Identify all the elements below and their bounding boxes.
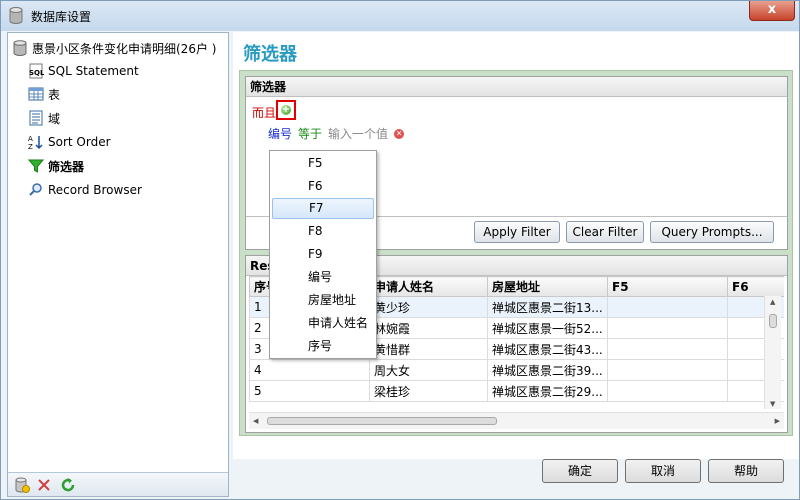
field-icon	[29, 110, 43, 126]
vertical-scroll-thumb[interactable]	[769, 314, 777, 328]
condition-operator[interactable]: 等于	[298, 125, 322, 142]
table-cell: 周大女	[369, 359, 488, 381]
tree-item-record-browser[interactable]: Record Browser	[28, 181, 142, 199]
dropdown-item[interactable]: 编号	[272, 267, 374, 288]
dropdown-item[interactable]: 房屋地址	[272, 290, 374, 311]
tree-item-label: 筛选器	[48, 159, 85, 174]
scroll-down-icon[interactable]: ▼	[770, 400, 775, 408]
database-icon	[9, 7, 23, 24]
logical-operator[interactable]: 而且	[252, 104, 276, 121]
horizontal-scroll-thumb[interactable]	[267, 417, 497, 425]
refresh-icon[interactable]	[60, 477, 76, 493]
filter-condition: 编号 等于 输入一个值 ✕	[268, 125, 405, 142]
ok-button[interactable]: 确定	[542, 459, 618, 483]
table-cell: 4	[249, 359, 370, 381]
tree-item-sort-order[interactable]: A Z Sort Order	[28, 133, 111, 151]
svg-text:Z: Z	[28, 143, 33, 150]
sort-icon: A Z	[28, 135, 43, 150]
table-cell	[607, 296, 728, 318]
tree-item-label: Record Browser	[48, 183, 142, 197]
column-header[interactable]: 房屋地址	[487, 276, 608, 297]
field-dropdown: F5 F6 F7 F8 F9 编号 房屋地址 申请人姓名 序号	[269, 150, 377, 359]
table-cell: 禅城区惠景二街13...	[487, 296, 608, 318]
tree-item-label: Sort Order	[48, 135, 111, 149]
plus-icon: +	[281, 104, 291, 115]
table-cell	[607, 338, 728, 360]
scroll-right-icon[interactable]: ▶	[775, 417, 780, 425]
close-button[interactable]: x	[749, 1, 795, 21]
table-cell	[607, 359, 728, 381]
vertical-scrollbar[interactable]: ▲ ▼	[764, 296, 781, 409]
add-database-icon[interactable]	[14, 477, 30, 493]
table-cell	[607, 380, 728, 402]
table-cell: 黄惜群	[369, 338, 488, 360]
table-row[interactable]: 4 周大女 禅城区惠景二街39...	[249, 359, 784, 381]
window-title: 数据库设置	[31, 10, 92, 24]
dropdown-item[interactable]: F5	[272, 153, 374, 174]
table-cell: 黄少珍	[369, 296, 488, 318]
scroll-up-icon[interactable]: ▲	[770, 298, 775, 306]
tree-item-label: 域	[48, 111, 61, 126]
dropdown-item-highlighted[interactable]: F7	[272, 198, 374, 219]
tree-item-label: 表	[48, 87, 61, 102]
condition-field[interactable]: 编号	[268, 125, 292, 142]
sql-icon: SQL	[29, 63, 44, 79]
cancel-button[interactable]: 取消	[625, 459, 701, 483]
tree-item-label: SQL Statement	[48, 64, 139, 78]
dropdown-item[interactable]: 申请人姓名	[272, 313, 374, 334]
table-icon	[28, 87, 44, 101]
scroll-left-icon[interactable]: ◀	[253, 417, 258, 425]
column-header[interactable]: F5	[607, 276, 728, 297]
table-cell: 林婉霞	[369, 317, 488, 339]
table-cell: 5	[249, 380, 370, 402]
page-title: 筛选器	[243, 44, 297, 65]
table-cell: 禅城区惠景二街29...	[487, 380, 608, 402]
tree-toolbar	[8, 472, 228, 496]
search-icon	[29, 183, 42, 196]
svg-text:A: A	[28, 135, 33, 143]
nav-tree: 惠景小区条件变化申请明细(26户 ) SQL SQL Statement 表 域	[7, 32, 229, 497]
tree-item-fields[interactable]: 域	[28, 109, 60, 127]
condition-value[interactable]: 输入一个值	[328, 125, 388, 142]
svg-text:SQL: SQL	[29, 69, 44, 77]
delete-icon[interactable]	[36, 477, 52, 493]
tree-item-filter[interactable]: 筛选器	[28, 157, 84, 175]
remove-condition-icon[interactable]: ✕	[394, 128, 405, 139]
tree-item-sql-statement[interactable]: SQL SQL Statement	[28, 62, 139, 80]
table-cell: 梁桂珍	[369, 380, 488, 402]
table-cell: 禅城区惠景二街39...	[487, 359, 608, 381]
column-header[interactable]: F6	[727, 276, 784, 297]
table-cell: 禅城区惠景一街52...	[487, 317, 608, 339]
horizontal-scrollbar[interactable]: ◀ ▶	[249, 412, 784, 429]
query-prompts-button[interactable]: Query Prompts...	[650, 221, 774, 243]
dropdown-item[interactable]: F9	[272, 244, 374, 265]
table-cell: 禅城区惠景二街43...	[487, 338, 608, 360]
tree-item-tables[interactable]: 表	[28, 85, 60, 103]
apply-filter-button[interactable]: Apply Filter	[474, 221, 560, 243]
title-bar: 数据库设置 x	[1, 1, 799, 31]
dropdown-item[interactable]: F8	[272, 221, 374, 242]
add-condition-button[interactable]: +	[276, 100, 296, 120]
tree-root-label: 惠景小区条件变化申请明细(26户 )	[32, 41, 217, 56]
clear-filter-button[interactable]: Clear Filter	[566, 221, 644, 243]
table-row[interactable]: 5 梁桂珍 禅城区惠景二街29...	[249, 380, 784, 402]
table-cell	[607, 317, 728, 339]
column-header[interactable]: 申请人姓名	[369, 276, 488, 297]
dropdown-item[interactable]: 序号	[272, 336, 374, 357]
tree-root[interactable]: 惠景小区条件变化申请明细(26户 )	[12, 39, 216, 57]
help-button[interactable]: 帮助	[708, 459, 784, 483]
filter-icon	[28, 159, 44, 173]
filter-group-header: 筛选器	[246, 77, 787, 97]
settings-window: 数据库设置 x 惠景小区条件变化申请明细(26户 ) SQL SQL State…	[0, 0, 800, 500]
dropdown-item[interactable]: F6	[272, 176, 374, 197]
database-icon	[13, 40, 27, 56]
